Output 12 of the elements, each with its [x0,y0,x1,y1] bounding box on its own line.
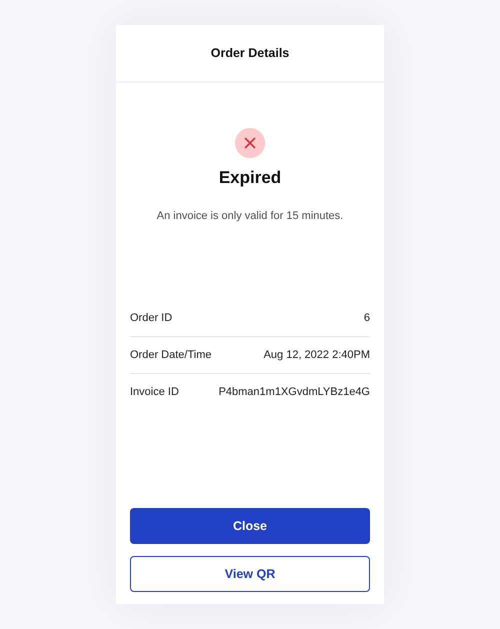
detail-value: P4bman1m1XGvdmLYBz1e4G [218,386,370,398]
close-icon [235,128,265,158]
status-message: An invoice is only valid for 15 minutes. [156,210,344,222]
view-qr-button[interactable]: View QR [130,556,370,592]
close-button[interactable]: Close [130,508,370,544]
detail-value: Aug 12, 2022 2:40PM [264,349,370,361]
detail-label: Order ID [130,312,172,324]
page-title: Order Details [210,46,290,60]
status-title: Expired [218,168,282,188]
detail-label: Invoice ID [130,386,179,398]
detail-value: 6 [364,312,370,324]
detail-label: Order Date/Time [130,349,212,361]
